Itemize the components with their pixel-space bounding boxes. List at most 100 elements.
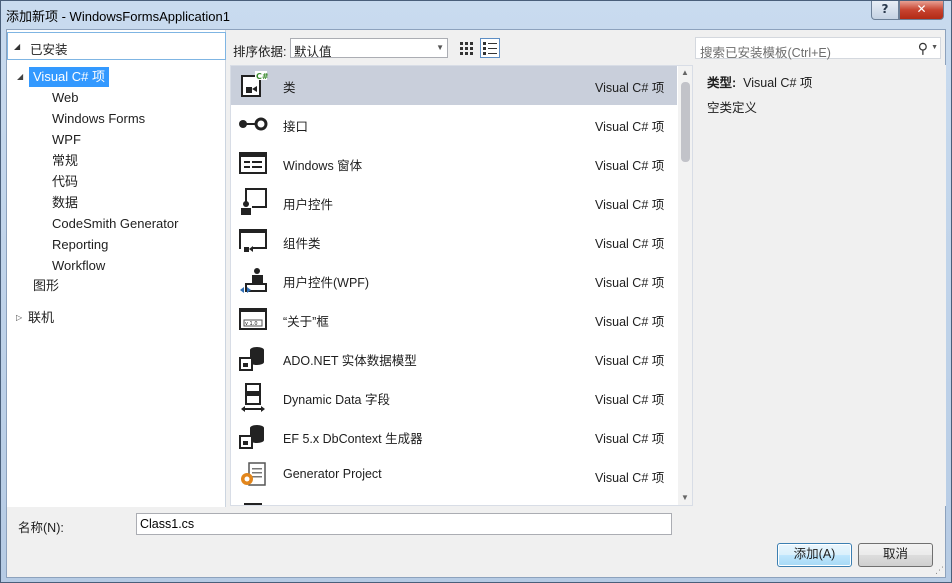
template-language: Visual C# 项 [595, 276, 665, 290]
search-templates-box[interactable]: 搜索已安装模板(Ctrl+E) ⚲ ▼ [695, 37, 941, 60]
tree-node-item[interactable]: 常规 [52, 151, 78, 171]
template-language: Visual C# 项 [595, 471, 665, 485]
windows-form-icon [237, 147, 269, 179]
template-language: Visual C# 项 [595, 198, 665, 212]
template-language: Visual C# 项 [595, 354, 665, 368]
resize-grip-icon[interactable]: ⋰ [935, 565, 944, 576]
dialog-client-area: ◢ 已安装 ◢ Visual C# 项 Web Windows Forms WPF 常… [6, 29, 946, 578]
template-row[interactable]: 用户控件(WPF) Visual C# 项 [231, 261, 677, 300]
component-class-icon [237, 225, 269, 257]
grid-view-icon [460, 42, 473, 55]
tree-node-item[interactable]: 数据 [52, 193, 78, 213]
tree-node-item[interactable]: Web [52, 88, 79, 108]
details-panel: 类型: Visual C# 项 空类定义 [696, 65, 946, 506]
scroll-up-icon[interactable]: ▲ [678, 66, 692, 80]
wpf-user-control-icon [237, 264, 269, 296]
template-category-tree: ◢ 已安装 ◢ Visual C# 项 Web Windows Forms WPF 常… [7, 30, 226, 507]
user-control-icon [237, 186, 269, 218]
template-list: C# 类 Visual C# 项接口 Visual C# 项 Windows 窗体 Vis… [230, 65, 693, 506]
template-name: 组件类 [283, 237, 321, 251]
details-type-label: 类型: [707, 76, 737, 90]
installed-header[interactable]: ◢ 已安装 [7, 32, 226, 60]
template-row[interactable]: Windows 窗体 Visual C# 项 [231, 144, 677, 183]
installed-label: 已安装 [30, 43, 68, 57]
tree-node-visual-csharp[interactable]: Visual C# 项 [29, 67, 110, 87]
template-name: 类 [283, 81, 296, 95]
template-name: Windows 窗体 [283, 159, 363, 173]
tree-node-item[interactable]: Reporting [52, 235, 108, 255]
svg-text:v 1.0: v 1.0 [245, 321, 258, 327]
chevron-down-icon: ▼ [436, 43, 444, 52]
close-button[interactable]: ✕ [899, 1, 944, 20]
template-language: Visual C# 项 [595, 393, 665, 407]
template-language: Visual C# 项 [595, 432, 665, 446]
list-view-icon [483, 42, 497, 55]
tree-node-item[interactable]: WPF [52, 130, 81, 150]
template-row[interactable]: 用户控件 Visual C# 项 [231, 183, 677, 222]
partial-item-icon [237, 498, 269, 505]
tree-node-item[interactable]: CodeSmith Generator [52, 214, 178, 234]
name-input[interactable] [137, 514, 671, 534]
details-type: 类型: Visual C# 项 [707, 72, 812, 91]
vertical-scrollbar[interactable]: ▲ ▼ [678, 66, 692, 505]
add-button[interactable]: 添加(A) [777, 543, 852, 567]
template-row[interactable]: v 1.0 “关于”框 Visual C# 项 [231, 300, 677, 339]
interface-icon [237, 108, 269, 140]
add-new-item-dialog: 添加新项 - WindowsFormsApplication1 ? ✕ ◢ 已安… [0, 0, 952, 583]
template-name: Dynamic Data 字段 [283, 393, 390, 407]
generator-project-icon [237, 459, 269, 491]
template-language: Visual C# 项 [595, 159, 665, 173]
window-title: 添加新项 - WindowsFormsApplication1 [6, 9, 230, 24]
template-name: Generator Project [283, 467, 382, 481]
name-label: 名称(N): [18, 521, 64, 535]
details-type-value: Visual C# 项 [743, 76, 813, 90]
tree-node-item[interactable]: 代码 [52, 172, 78, 192]
tree-node-item[interactable]: Windows Forms [52, 109, 145, 129]
chevron-down-icon[interactable]: ▼ [931, 44, 938, 51]
template-row[interactable]: Dynamic Data 字段 Visual C# 项 [231, 378, 677, 417]
help-button[interactable]: ? [871, 1, 899, 20]
scroll-thumb[interactable] [681, 82, 690, 162]
sort-by-dropdown[interactable]: 默认值 ▼ [290, 38, 448, 59]
template-language: Visual C# 项 [595, 315, 665, 329]
name-field[interactable] [136, 513, 672, 535]
sort-by-label: 排序依据: [233, 45, 287, 59]
template-name: 用户控件 [283, 198, 334, 212]
template-row[interactable]: C# 类 Visual C# 项 [231, 66, 677, 105]
scroll-down-icon[interactable]: ▼ [678, 491, 692, 505]
expand-arrow-icon[interactable]: ▷ [16, 313, 22, 322]
template-row[interactable]: 接口 Visual C# 项 [231, 105, 677, 144]
class-icon: C# [237, 69, 269, 101]
details-description: 空类定义 [707, 101, 758, 115]
search-placeholder: 搜索已安装模板(Ctrl+E) [700, 46, 831, 60]
template-language: Visual C# 项 [595, 81, 665, 95]
template-row[interactable]: ADO.NET 实体数据模型 Visual C# 项 [231, 339, 677, 378]
title-bar[interactable]: 添加新项 - WindowsFormsApplication1 ? ✕ [1, 1, 951, 28]
dynamic-data-field-icon [237, 381, 269, 413]
template-name: ADO.NET 实体数据模型 [283, 354, 417, 368]
template-language: Visual C# 项 [595, 120, 665, 134]
sort-by-value: 默认值 [294, 45, 332, 59]
template-row[interactable]: 组件类 Visual C# 项 [231, 222, 677, 261]
small-icons-view-button[interactable] [456, 38, 476, 58]
template-name: 接口 [283, 120, 309, 134]
collapse-arrow-icon[interactable]: ◢ [14, 42, 20, 51]
expand-arrow-icon[interactable]: ◢ [17, 72, 23, 81]
tree-node-graphics[interactable]: 图形 [33, 276, 59, 296]
template-row[interactable] [231, 495, 677, 505]
about-box-icon: v 1.0 [237, 303, 269, 335]
template-name: “关于”框 [283, 315, 329, 329]
template-language: Visual C# 项 [595, 237, 665, 251]
list-view-button[interactable] [480, 38, 500, 58]
entity-model-icon [237, 342, 269, 374]
template-row[interactable]: Generator Project Visual C# 项 [231, 456, 677, 495]
search-icon[interactable]: ⚲ [918, 40, 928, 57]
tree-node-online[interactable]: 联机 [28, 308, 54, 328]
template-name: 用户控件(WPF) [283, 276, 370, 290]
template-row[interactable]: EF 5.x DbContext 生成器 Visual C# 项 [231, 417, 677, 456]
tree-node-item[interactable]: Workflow [52, 256, 105, 276]
dbcontext-generator-icon [237, 420, 269, 452]
cancel-button[interactable]: 取消 [858, 543, 933, 567]
template-name: EF 5.x DbContext 生成器 [283, 432, 423, 446]
svg-text:C#: C# [256, 72, 269, 81]
